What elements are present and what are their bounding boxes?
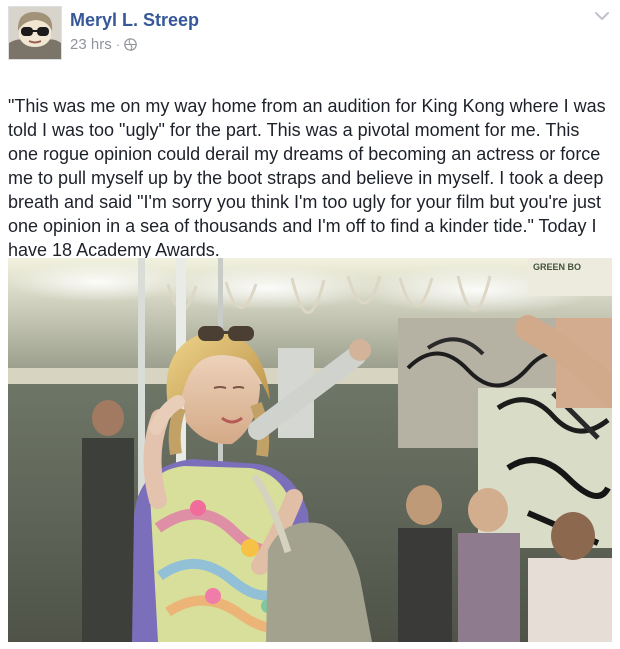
globe-icon[interactable] <box>124 38 137 51</box>
post-meta: 23 hrs · <box>70 36 137 53</box>
subway-sign: GREEN BO <box>528 258 612 296</box>
meta-separator: · <box>115 37 121 52</box>
photo-sign-text: GREEN BO <box>533 262 581 272</box>
avatar-image <box>9 7 61 59</box>
facebook-post: Meryl L. Streep 23 hrs · "This was me on… <box>0 0 620 649</box>
timestamp[interactable]: 23 hrs <box>70 36 112 53</box>
post-header: Meryl L. Streep 23 hrs · <box>8 6 612 62</box>
chevron-down-icon[interactable] <box>592 6 612 26</box>
post-body: "This was me on my way home from an audi… <box>8 96 606 260</box>
author-name[interactable]: Meryl L. Streep <box>70 10 199 31</box>
avatar[interactable] <box>8 6 62 60</box>
post-photo[interactable]: GREEN BO <box>8 258 612 642</box>
